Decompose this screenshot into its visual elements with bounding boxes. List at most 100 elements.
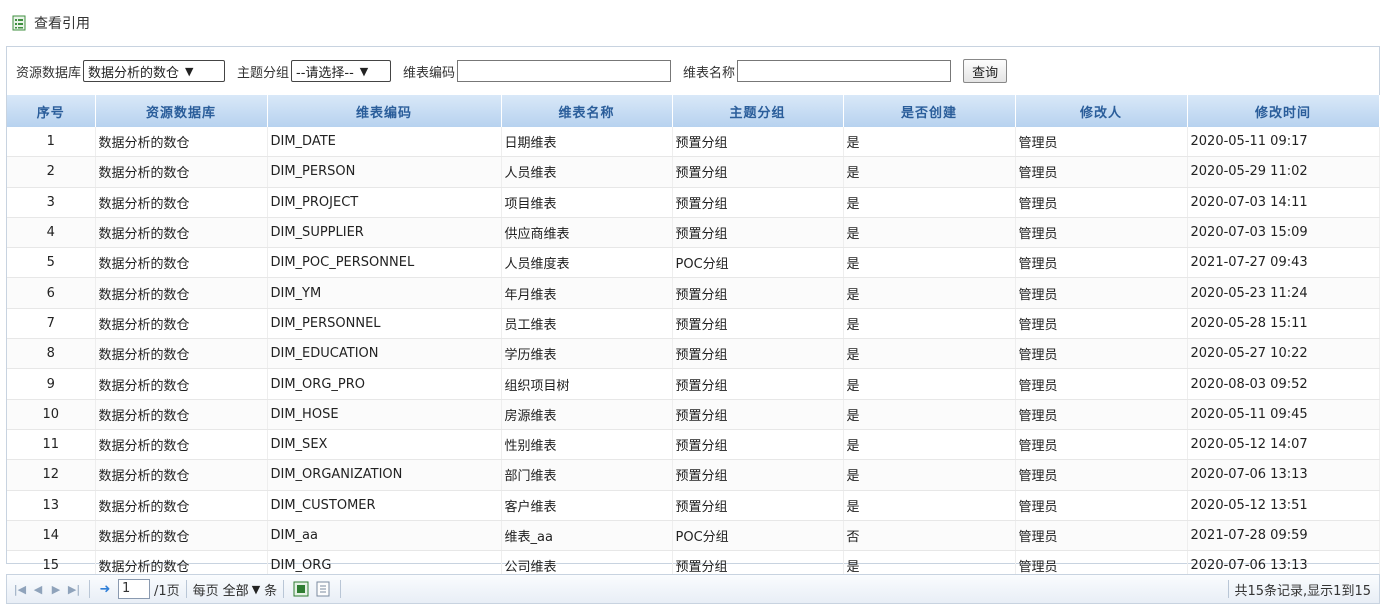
table-cell: 是 [843,127,1016,158]
table-cell: 数据分析的数仓 [95,338,268,370]
table-cell: 14 [7,520,96,552]
query-button[interactable]: 查询 [963,59,1008,83]
table-cell: 2021-07-28 09:59 [1187,520,1380,552]
next-page-icon[interactable]: ▶ [47,580,65,598]
table-cell: 管理员 [1015,187,1188,218]
subject-group-select[interactable]: --请选择-- ▼ [291,60,392,82]
table-cell: 是 [843,399,1016,430]
table-cell: 人员维度表 [501,247,673,279]
table-cell: 管理员 [1015,520,1188,552]
data-table: 序号 资源数据库 维表编码 维表名称 主题分组 是否创建 修改人 修改时间 1数… [7,95,1380,582]
table-cell: DIM_ORGANIZATION [267,459,502,491]
table-cell: 预置分组 [672,368,844,400]
table-cell: 预置分组 [672,490,844,521]
table-row[interactable]: 12 数据分析的数仓 DIM_ORGANIZATION 部门维表 预置分组是管理员 202… [7,459,1380,491]
last-page-icon[interactable]: ▶| [65,580,83,598]
column-header[interactable]: 维表名称 [501,95,673,127]
document-export-icon[interactable] [314,580,332,598]
table-cell: 1 [7,127,96,158]
table-cell: 项目维表 [501,187,673,218]
table-cell: 13 [7,490,96,521]
table-cell: 管理员 [1015,429,1188,461]
table-cell: DIM_SUPPLIER [267,217,502,249]
table-cell: 预置分组 [672,399,844,430]
table-row[interactable]: 2 数据分析的数仓 DIM_PERSON 人员维表 预置分组是管理员 2020-05-29… [7,156,1380,188]
excel-export-icon[interactable] [292,580,310,598]
subject-group-label: 主题分组 [237,65,290,81]
table-cell: POC分组 [672,520,844,552]
table-code-input[interactable] [457,60,672,82]
table-cell: 预置分组 [672,156,844,188]
table-cell: DIM_HOSE [267,399,502,430]
column-header[interactable]: 修改人 [1015,95,1188,127]
first-page-icon[interactable]: |◀ [11,580,29,598]
table-cell: 2 [7,156,96,188]
source-db-select[interactable]: 数据分析的数仓 ▼ [83,60,226,82]
table-row[interactable]: 3 数据分析的数仓 DIM_PROJECT 项目维表 预置分组是管理员 2020-07-0… [7,187,1380,218]
table-cell: 是 [843,187,1016,218]
table-cell: DIM_PROJECT [267,187,502,218]
table-row[interactable]: 6 数据分析的数仓 DIM_YM 年月维表 预置分组是管理员 2020-05-23 11:… [7,277,1380,309]
table-cell: 数据分析的数仓 [95,127,268,158]
table-cell: 预置分组 [672,217,844,249]
table-cell: 2020-05-27 10:22 [1187,338,1380,370]
table-cell: 是 [843,338,1016,370]
table-row[interactable]: 9 数据分析的数仓 DIM_ORG_PRO 组织项目树 预置分组是管理员 2020-08-… [7,368,1380,400]
table-cell: 2020-05-23 11:24 [1187,277,1380,309]
table-cell: 管理员 [1015,459,1188,491]
column-header[interactable]: 是否创建 [843,95,1016,127]
go-arrow-icon[interactable]: ➜ [96,580,114,598]
table-cell: 维表_aa [501,520,673,552]
table-cell: 数据分析的数仓 [95,156,268,188]
table-cell: 9 [7,368,96,400]
table-cell: DIM_PERSON [267,156,502,188]
table-cell: 2021-07-27 09:43 [1187,247,1380,279]
table-row[interactable]: 8 数据分析的数仓 DIM_EDUCATION 学历维表 预置分组是管理员 2020-05… [7,338,1380,370]
table-cell: 2020-05-28 15:11 [1187,308,1380,340]
table-cell: DIM_EDUCATION [267,338,502,370]
table-cell: 管理员 [1015,338,1188,370]
divider [340,580,342,598]
per-page-select[interactable]: 全部 ▼ [221,579,262,599]
column-header[interactable]: 维表编码 [267,95,502,127]
table-cell: 数据分析的数仓 [95,308,268,340]
table-row[interactable]: 4 数据分析的数仓 DIM_SUPPLIER 供应商维表 预置分组是管理员 2020-07… [7,217,1380,249]
page-number-input[interactable]: 1 [118,579,150,599]
table-row[interactable]: 13 数据分析的数仓 DIM_CUSTOMER 客户维表 预置分组是管理员 2020-05… [7,490,1380,521]
table-row[interactable]: 11 数据分析的数仓 DIM_SEX 性别维表 预置分组是管理员 2020-05-12 1… [7,429,1380,461]
table-cell: 10 [7,399,96,430]
page-header: 查看引用 [12,12,90,34]
table-cell: 数据分析的数仓 [95,368,268,400]
table-cell: 是 [843,368,1016,400]
column-header[interactable]: 修改时间 [1187,95,1380,127]
per-page-value: 全部 [222,583,249,599]
per-page-unit: 条 [264,583,278,599]
table-cell: 是 [843,308,1016,340]
column-header[interactable]: 资源数据库 [95,95,268,127]
table-row[interactable]: 1 数据分析的数仓 DIM_DATE 日期维表 预置分组是管理员 2020-05-11 0… [7,127,1380,158]
table-cell: 管理员 [1015,490,1188,521]
table-cell: 管理员 [1015,247,1188,279]
table-cell: 12 [7,459,96,491]
table-name-label: 维表名称 [683,65,736,81]
column-header[interactable]: 序号 [7,95,96,127]
table-row[interactable]: 14 数据分析的数仓 DIM_aa 维表_aa POC分组否管理员 2021-07-28 … [7,520,1380,552]
table-row[interactable]: 5 数据分析的数仓 DIM_POC_PERSONNEL 人员维度表 POC分组是管理员 2… [7,247,1380,279]
table-name-input[interactable] [737,60,952,82]
table-header-row: 序号 资源数据库 维表编码 维表名称 主题分组 是否创建 修改人 修改时间 [7,95,1380,127]
table-cell: 是 [843,459,1016,491]
table-cell: 2020-05-12 14:07 [1187,429,1380,461]
subject-group-value: --请选择-- [296,65,354,81]
column-header[interactable]: 主题分组 [672,95,844,127]
table-cell: DIM_POC_PERSONNEL [267,247,502,279]
divider [283,580,285,598]
table-code-label: 维表编码 [403,65,456,81]
prev-page-icon[interactable]: ◀ [29,580,47,598]
table-row[interactable]: 10 数据分析的数仓 DIM_HOSE 房源维表 预置分组是管理员 2020-05-11 … [7,399,1380,430]
table-cell: 供应商维表 [501,217,673,249]
table-cell: 部门维表 [501,459,673,491]
table-cell: 预置分组 [672,187,844,218]
divider [185,580,187,598]
table-row[interactable]: 7 数据分析的数仓 DIM_PERSONNEL 员工维表 预置分组是管理员 2020-05… [7,308,1380,340]
table-cell: 7 [7,308,96,340]
